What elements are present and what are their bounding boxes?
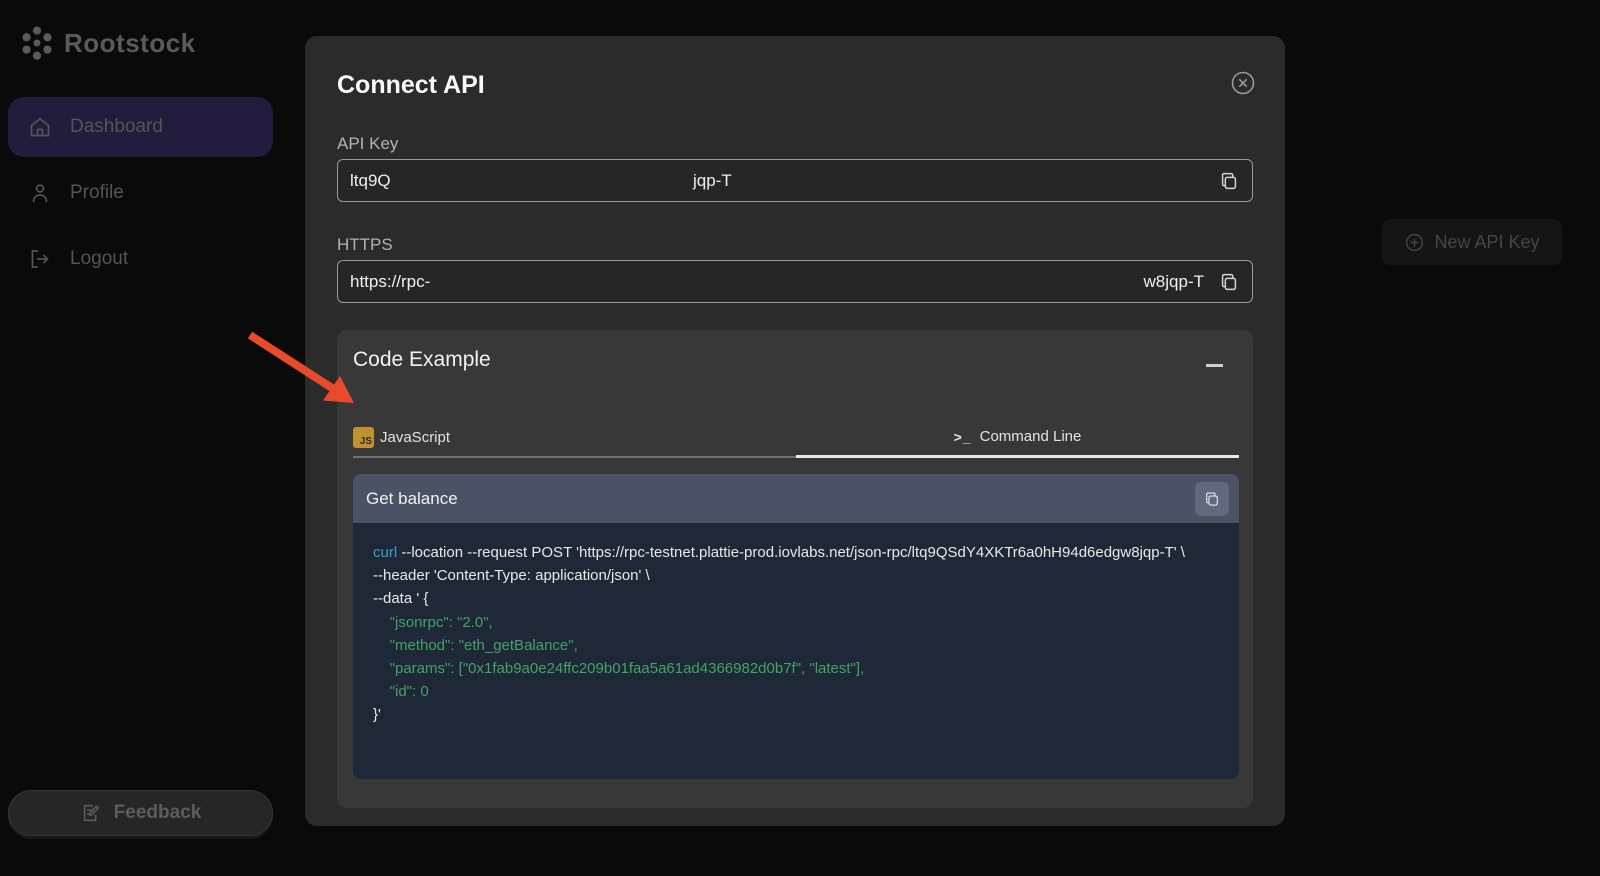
copy-icon[interactable] <box>1218 170 1240 192</box>
api-key-input[interactable]: ltq9Q jqp-T <box>337 159 1253 202</box>
copy-code-button[interactable] <box>1195 482 1229 516</box>
api-key-label: API Key <box>337 134 398 154</box>
collapse-icon[interactable] <box>1205 354 1225 374</box>
code-line: curl --location --request POST 'https://… <box>373 541 1219 564</box>
code-example-card: Code Example JS JavaScript >_ Command Li… <box>337 330 1253 808</box>
copy-icon[interactable] <box>1218 271 1240 293</box>
code-snippet-header: Get balance <box>353 474 1239 523</box>
tab-javascript[interactable]: JS JavaScript <box>353 418 796 458</box>
code-line: --data ' { <box>373 587 1219 610</box>
https-input[interactable]: https://rpc- w8jqp-T <box>337 260 1253 303</box>
tab-label: Command Line <box>980 428 1082 445</box>
code-line: }' <box>373 703 1219 726</box>
modal-title: Connect API <box>337 71 485 100</box>
code-snippet-box: Get balance curl --location --request PO… <box>353 474 1239 779</box>
connect-api-modal: Connect API API Key ltq9Q jqp-T HTTPS ht… <box>305 36 1285 826</box>
code-example-title: Code Example <box>353 348 491 372</box>
code-line: --header 'Content-Type: application/json… <box>373 564 1219 587</box>
copy-icon <box>1203 490 1221 508</box>
https-value-end: w8jqp-T <box>1144 272 1204 292</box>
tab-label: JavaScript <box>380 429 450 446</box>
close-icon[interactable] <box>1230 70 1256 96</box>
tab-command-line[interactable]: >_ Command Line <box>796 418 1239 458</box>
https-value-start: https://rpc- <box>350 272 430 292</box>
api-key-value-start: ltq9Q <box>350 171 391 191</box>
code-snippet-title: Get balance <box>366 489 458 509</box>
code-line: "params": ["0x1fab9a0e24ffc209b01faa5a61… <box>373 657 1219 680</box>
code-line: "method": "eth_getBalance", <box>373 634 1219 657</box>
code-line: "jsonrpc": "2.0", <box>373 611 1219 634</box>
javascript-icon: JS <box>353 427 374 448</box>
code-tabs: JS JavaScript >_ Command Line <box>353 418 1239 458</box>
https-label: HTTPS <box>337 235 393 255</box>
app-root: Rootstock Dashboard Profile Logout <box>0 0 1600 876</box>
api-key-value-middle: jqp-T <box>693 171 732 191</box>
terminal-icon: >_ <box>954 429 972 445</box>
code-line: "id": 0 <box>373 680 1219 703</box>
code-snippet-body[interactable]: curl --location --request POST 'https://… <box>353 523 1239 779</box>
